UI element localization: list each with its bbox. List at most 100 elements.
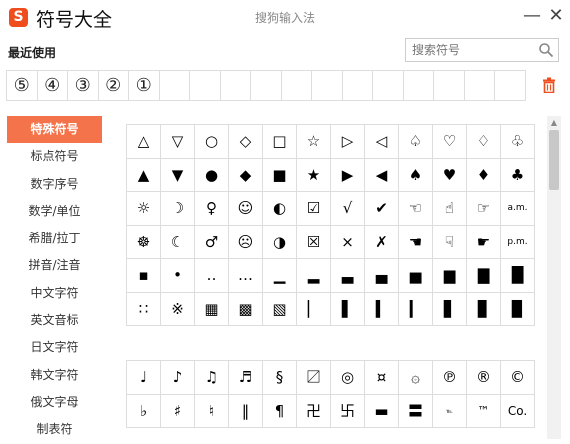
symbol-cell[interactable]: ✗ <box>365 225 399 259</box>
recent-symbol-cell[interactable] <box>312 71 343 101</box>
symbol-cell[interactable]: ▽ <box>161 125 195 159</box>
symbol-cell[interactable]: ℡ <box>433 394 467 428</box>
symbol-cell[interactable]: ‥ <box>195 259 229 293</box>
symbol-cell[interactable]: ♧ <box>501 125 535 159</box>
symbol-cell[interactable]: ▍ <box>365 292 399 326</box>
symbol-cell[interactable]: ▪ <box>127 259 161 293</box>
symbol-cell[interactable]: ※ <box>161 292 195 326</box>
recent-symbol-cell[interactable] <box>373 71 404 101</box>
symbol-cell[interactable]: ▬ <box>365 394 399 428</box>
symbol-cell[interactable]: ♭ <box>127 394 161 428</box>
symbol-cell[interactable]: ▂ <box>297 259 331 293</box>
symbol-cell[interactable]: ◁ <box>365 125 399 159</box>
symbol-cell[interactable]: ☹ <box>229 225 263 259</box>
recent-symbol-cell[interactable] <box>434 71 465 101</box>
symbol-cell[interactable]: a.m. <box>501 192 535 226</box>
symbol-cell[interactable]: Co. <box>501 394 535 428</box>
symbol-cell[interactable]: ▩ <box>229 292 263 326</box>
recent-symbol-cell[interactable] <box>220 71 251 101</box>
symbol-cell[interactable]: █ <box>501 259 535 293</box>
symbol-cell[interactable]: ☛ <box>467 225 501 259</box>
symbol-cell[interactable]: ★ <box>297 158 331 192</box>
symbol-cell[interactable]: p.m. <box>501 225 535 259</box>
symbol-cell[interactable]: ✔ <box>365 192 399 226</box>
symbol-cell[interactable]: ™ <box>467 394 501 428</box>
symbol-cell[interactable]: ▇ <box>467 259 501 293</box>
recent-symbol-cell[interactable]: ④ <box>37 71 68 101</box>
symbol-cell[interactable]: ♮ <box>195 394 229 428</box>
symbol-cell[interactable]: ۞ <box>399 361 433 395</box>
recent-symbol-cell[interactable]: ① <box>129 71 160 101</box>
symbol-cell[interactable]: ☝ <box>433 192 467 226</box>
symbol-cell[interactable]: • <box>161 259 195 293</box>
symbol-cell[interactable]: ☼ <box>127 192 161 226</box>
trash-icon[interactable] <box>542 77 556 93</box>
symbol-cell[interactable]: ◎ <box>331 361 365 395</box>
symbol-cell[interactable]: ☑ <box>297 192 331 226</box>
symbol-cell[interactable]: ℗ <box>433 361 467 395</box>
category-item[interactable]: 韩文字符 <box>7 362 102 389</box>
recent-symbol-cell[interactable] <box>403 71 434 101</box>
recent-symbol-cell[interactable] <box>495 71 526 101</box>
recent-symbol-cell[interactable] <box>190 71 221 101</box>
symbol-cell[interactable]: ¤ <box>365 361 399 395</box>
category-item[interactable]: 拼音/注音 <box>7 252 102 279</box>
symbol-cell[interactable]: ▷ <box>331 125 365 159</box>
category-item[interactable]: 标点符号 <box>7 143 102 170</box>
category-item[interactable]: 数字序号 <box>7 171 102 198</box>
symbol-cell[interactable]: 卍 <box>297 394 331 428</box>
symbol-cell[interactable]: ☜ <box>399 192 433 226</box>
symbol-cell[interactable]: § <box>263 361 297 395</box>
symbol-cell[interactable]: ▅ <box>399 259 433 293</box>
symbol-cell[interactable]: ♢ <box>467 125 501 159</box>
symbol-cell[interactable]: ▧ <box>263 292 297 326</box>
symbol-cell[interactable]: 〼 <box>297 361 331 395</box>
symbol-cell[interactable]: ® <box>467 361 501 395</box>
symbol-cell[interactable]: ▃ <box>331 259 365 293</box>
symbol-cell[interactable]: ♥ <box>433 158 467 192</box>
symbol-cell[interactable]: 〓 <box>399 394 433 428</box>
symbol-cell[interactable]: ☞ <box>467 192 501 226</box>
symbol-cell[interactable]: √ <box>331 192 365 226</box>
symbol-cell[interactable]: ♬ <box>229 361 263 395</box>
symbol-cell[interactable]: ▶ <box>331 158 365 192</box>
symbol-cell[interactable]: ■ <box>263 158 297 192</box>
category-item[interactable]: 特殊符号 <box>7 116 102 144</box>
symbol-cell[interactable]: ☆ <box>297 125 331 159</box>
symbol-cell[interactable]: … <box>229 259 263 293</box>
recent-symbol-cell[interactable]: ⑤ <box>7 71 38 101</box>
search-icon[interactable] <box>538 42 554 58</box>
symbol-cell[interactable]: ● <box>195 158 229 192</box>
symbol-cell[interactable]: ♯ <box>161 394 195 428</box>
symbol-cell[interactable]: ▏ <box>297 292 331 326</box>
scrollbar-thumb[interactable] <box>549 130 559 190</box>
symbol-cell[interactable]: ▌ <box>331 292 365 326</box>
symbol-cell[interactable]: ☒ <box>297 225 331 259</box>
category-item[interactable]: 数学/单位 <box>7 198 102 225</box>
recent-symbol-cell[interactable] <box>159 71 190 101</box>
symbol-cell[interactable]: ▼ <box>161 158 195 192</box>
symbol-cell[interactable]: ♀ <box>195 192 229 226</box>
scrollbar[interactable]: ▲ <box>547 116 561 439</box>
symbol-cell[interactable]: ▦ <box>195 292 229 326</box>
symbol-cell[interactable]: ‖ <box>229 394 263 428</box>
symbol-cell[interactable]: ◇ <box>229 125 263 159</box>
symbol-cell[interactable]: ♤ <box>399 125 433 159</box>
symbol-cell[interactable]: ∷ <box>127 292 161 326</box>
symbol-cell[interactable]: ♩ <box>127 361 161 395</box>
symbol-cell[interactable]: ◆ <box>229 158 263 192</box>
category-item[interactable]: 日文字符 <box>7 334 102 361</box>
symbol-cell[interactable]: × <box>331 225 365 259</box>
symbol-cell[interactable]: ▊ <box>467 292 501 326</box>
symbol-cell[interactable]: ▲ <box>127 158 161 192</box>
symbol-cell[interactable]: ▄ <box>365 259 399 293</box>
symbol-cell[interactable]: ☽ <box>161 192 195 226</box>
category-item[interactable]: 中文字符 <box>7 280 102 307</box>
symbol-cell[interactable]: ☚ <box>399 225 433 259</box>
symbol-cell[interactable]: ▉ <box>501 292 535 326</box>
symbol-cell[interactable]: © <box>501 361 535 395</box>
symbol-cell[interactable]: ♣ <box>501 158 535 192</box>
symbol-cell[interactable]: ▁ <box>263 259 297 293</box>
category-item[interactable]: 制表符 <box>7 416 102 443</box>
recent-symbol-cell[interactable]: ② <box>98 71 129 101</box>
